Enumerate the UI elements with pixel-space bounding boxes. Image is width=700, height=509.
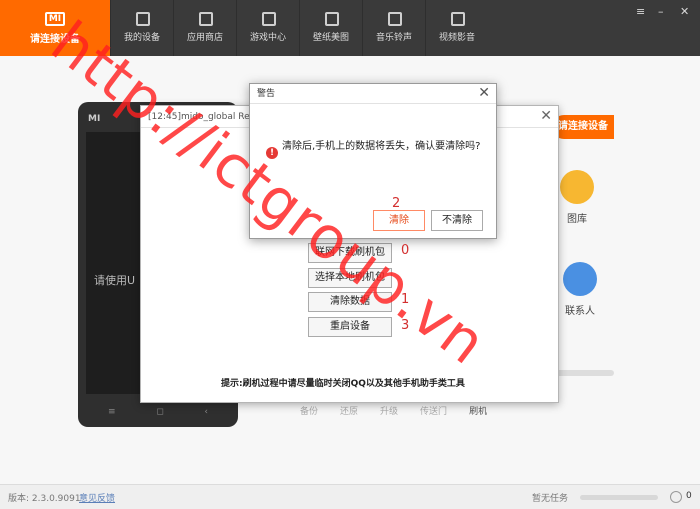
gallery-label: 图库 — [567, 214, 587, 225]
backup-button[interactable]: 备份 — [300, 404, 318, 417]
phone-hint: 请使用U — [94, 274, 136, 287]
tab-wallpapers[interactable]: 壁纸美图 — [299, 0, 362, 56]
contacts-icon — [563, 262, 597, 296]
contacts-feature[interactable]: 联系人 — [555, 262, 605, 317]
contacts-label: 联系人 — [565, 306, 595, 317]
task-progress-bar — [580, 495, 658, 500]
tab-music[interactable]: 音乐铃声 — [362, 0, 425, 56]
video-icon — [451, 12, 465, 26]
task-circle-icon — [670, 491, 682, 503]
tab-label: 我的设备 — [123, 33, 160, 43]
phone-keys: ≡ ◻ ‹ — [108, 407, 208, 417]
gamepad-icon — [262, 12, 276, 26]
tab-label: 音乐铃声 — [375, 33, 412, 43]
task-count: 0 — [686, 491, 692, 501]
tab-label: 视频影音 — [438, 33, 475, 43]
gallery-icon — [560, 170, 594, 204]
task-status: 暂无任务 — [532, 494, 569, 504]
select-local-package-button[interactable]: 选择本地刷机包 — [308, 268, 392, 288]
menu-key-icon: ≡ — [108, 407, 116, 417]
home-key-icon: ◻ — [156, 407, 164, 417]
connect-device-button[interactable]: 请连接设备 — [552, 115, 614, 139]
top-bar: MI 请连接设备 我的设备 应用商店 游戏中心 壁纸美图 音乐铃声 视频影音 ≡… — [0, 0, 700, 56]
action-bar: 备份 还原 升级 传送门 刷机 — [300, 402, 620, 418]
close-icon[interactable]: ✕ — [680, 6, 689, 17]
annotation-step: 3 — [401, 318, 410, 333]
music-icon — [388, 12, 402, 26]
gallery-feature[interactable]: 图库 — [552, 170, 602, 225]
tab-app-store[interactable]: 应用商店 — [173, 0, 236, 56]
brand-label: 请连接设备 — [30, 34, 80, 45]
menu-icon[interactable]: ≡ — [636, 6, 645, 17]
task-counter[interactable]: 0 — [670, 488, 698, 506]
phone-mi-logo: MI — [88, 114, 101, 124]
wipe-data-button[interactable]: 清除数据 — [308, 292, 392, 312]
flash-button[interactable]: 刷机 — [469, 404, 487, 417]
version-label: 版本: 2.3.0.9091 — [8, 494, 81, 504]
tab-my-devices[interactable]: 我的设备 — [110, 0, 173, 56]
status-bar: 版本: 2.3.0.9091 意见反馈 暂无任务 0 — [0, 484, 700, 509]
recovery-tip: 提示:刷机过程中请尽量临时关闭QQ以及其他手机助手类工具 — [221, 379, 465, 389]
confirm-wipe-button[interactable]: 清除 — [373, 210, 425, 231]
annotation-step: 1 — [401, 292, 410, 307]
download-package-button[interactable]: 联网下载刷机包 — [308, 243, 392, 263]
close-icon[interactable]: ✕ — [478, 85, 490, 101]
feedback-link[interactable]: 意见反馈 — [79, 491, 115, 504]
restore-button[interactable]: 还原 — [340, 404, 358, 417]
cancel-wipe-button[interactable]: 不清除 — [431, 210, 483, 231]
image-icon — [325, 12, 339, 26]
brand-tab[interactable]: MI 请连接设备 — [0, 0, 110, 56]
back-key-icon: ‹ — [204, 407, 208, 417]
tab-video[interactable]: 视频影音 — [425, 0, 488, 56]
phone-icon — [136, 12, 150, 26]
tab-label: 壁纸美图 — [312, 33, 349, 43]
tab-label: 游戏中心 — [249, 33, 286, 43]
warning-title: 警告 — [250, 84, 496, 104]
minimize-icon[interactable]: – — [658, 6, 664, 17]
warning-dialog: 警告 ✕ ! 清除后,手机上的数据将丢失，确认要清除吗? 清除 不清除 — [249, 83, 497, 239]
annotation-step: 2 — [392, 196, 401, 211]
tab-label: 应用商店 — [186, 33, 223, 43]
reboot-device-button[interactable]: 重启设备 — [308, 317, 392, 337]
alert-icon: ! — [266, 147, 278, 159]
mi-logo-icon: MI — [45, 12, 65, 26]
warning-message: 清除后,手机上的数据将丢失，确认要清除吗? — [282, 141, 481, 152]
tab-game-center[interactable]: 游戏中心 — [236, 0, 299, 56]
portal-button[interactable]: 传送门 — [420, 404, 447, 417]
upgrade-button[interactable]: 升级 — [380, 404, 398, 417]
annotation-step: 0 — [401, 243, 410, 258]
bag-icon — [199, 12, 213, 26]
close-icon[interactable]: ✕ — [540, 108, 552, 124]
